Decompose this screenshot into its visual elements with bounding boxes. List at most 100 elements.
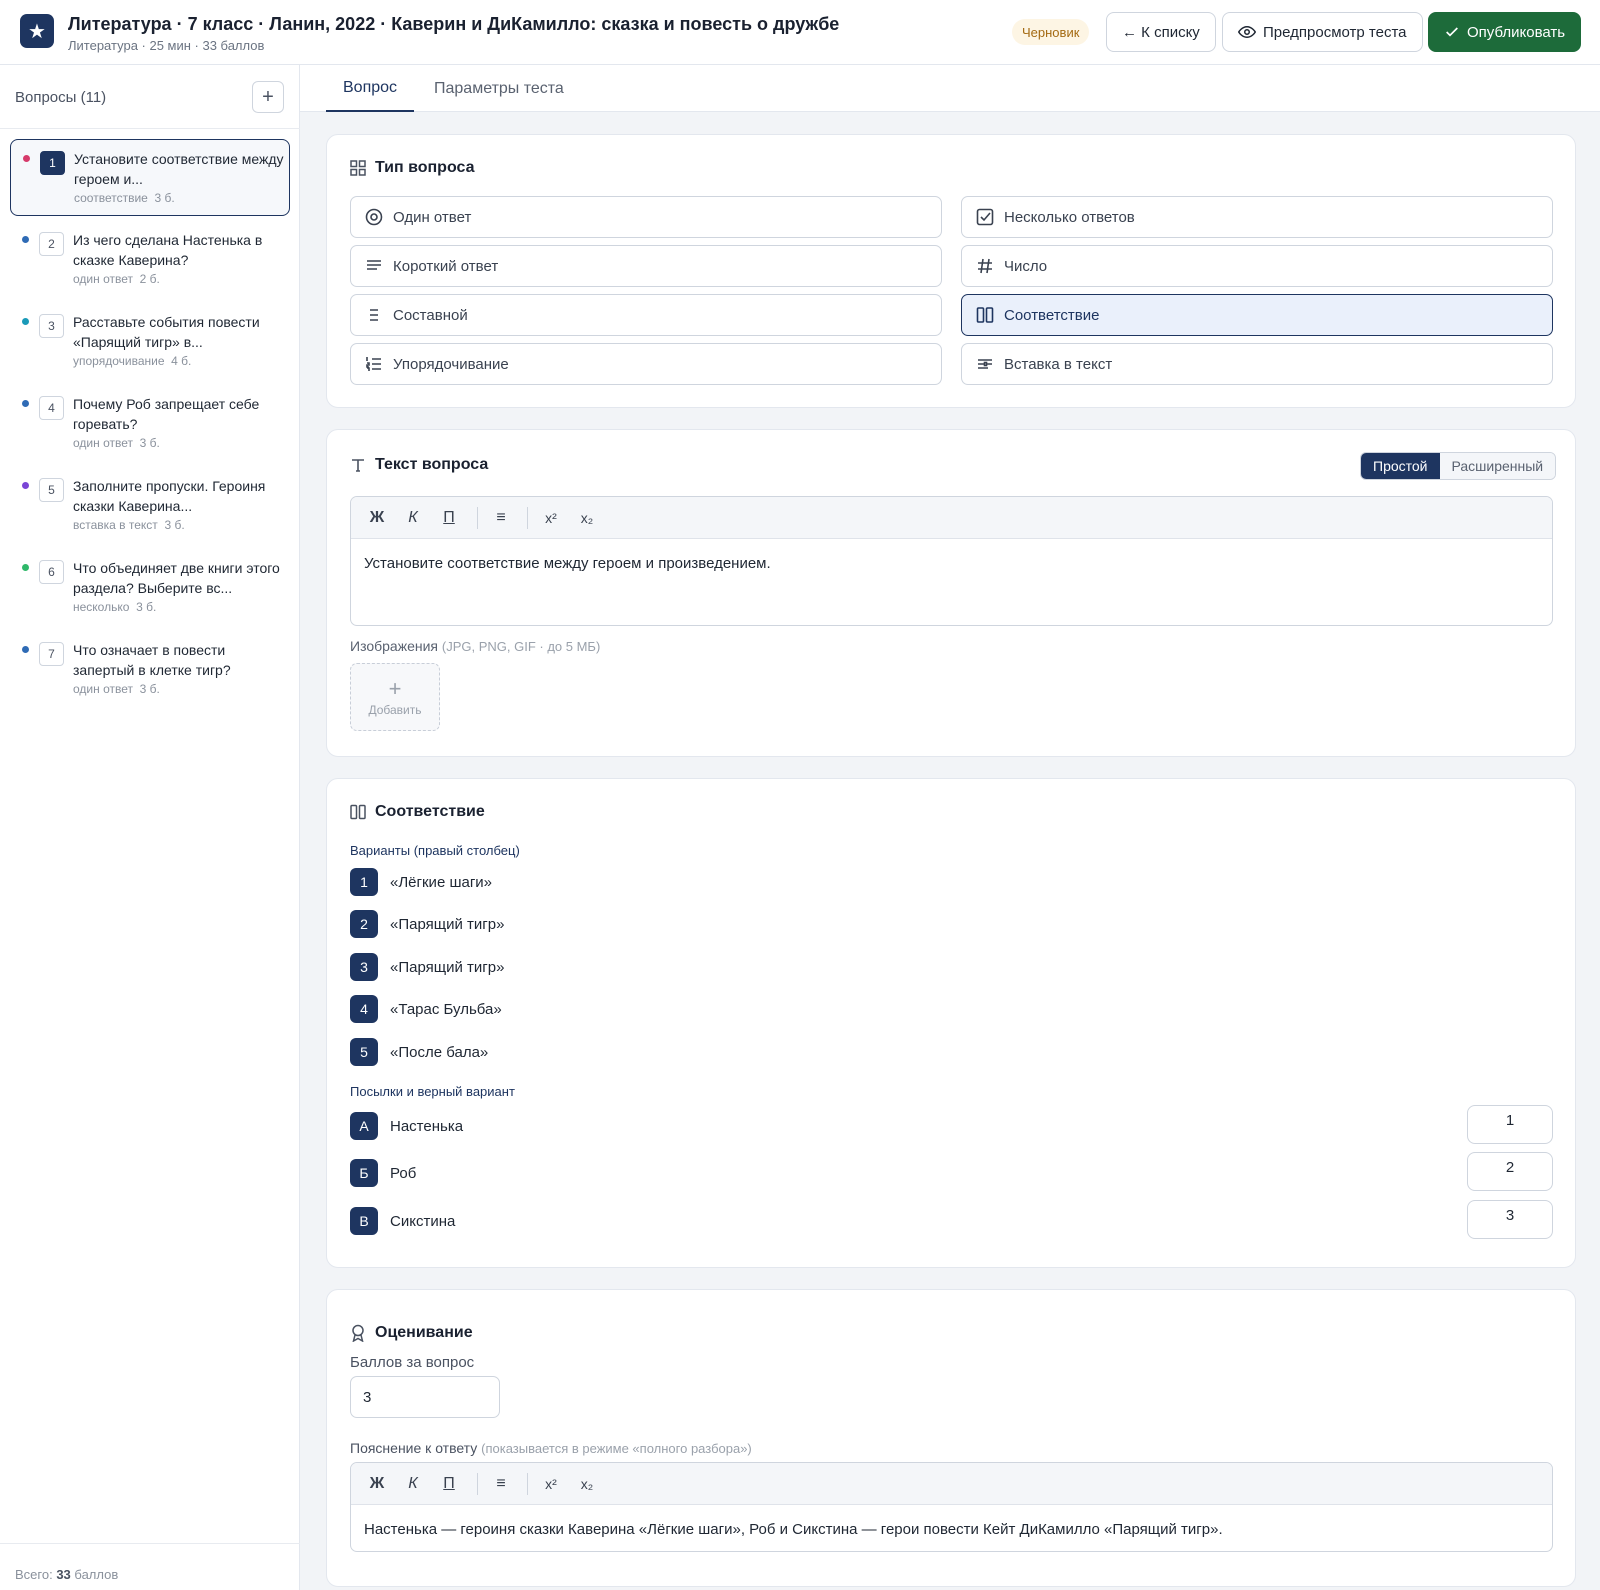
test-subtitle: Литература · 25 мин · 33 баллов — [68, 38, 265, 53]
premise-letter: В — [350, 1207, 378, 1235]
option-number: 2 — [350, 910, 378, 938]
add-image-button[interactable]: + Добавить — [350, 663, 440, 731]
premise-answer-input[interactable]: 1 — [1467, 1105, 1553, 1144]
tab-test-settings[interactable]: Параметры теста — [417, 65, 581, 112]
app-header: ★ Литература · 7 класс · Ланин, 2022 · К… — [0, 0, 1600, 65]
type-option-multiple[interactable]: Несколько ответов — [961, 196, 1553, 238]
premise-letter: Б — [350, 1159, 378, 1187]
questions-heading: Вопросы (11) — [15, 89, 107, 106]
question-item[interactable]: 1 Установите соответствие между героем и… — [10, 139, 290, 216]
question-text: Что объединяет две книги этого раздела? … — [73, 560, 280, 596]
scoring-card: Оценивание Баллов за вопрос 3 Пояснение … — [326, 1289, 1576, 1587]
subscript-button[interactable]: x₂ — [569, 1463, 605, 1505]
question-type: несколько — [73, 600, 130, 614]
option-text[interactable]: «Парящий тигр» — [390, 916, 504, 933]
type-option-single[interactable]: Один ответ — [350, 196, 942, 238]
question-item[interactable]: 2 Из чего сделана Настенька в сказке Кав… — [10, 221, 290, 298]
matching-title: Соответствие — [350, 803, 485, 821]
question-points: 3 б. — [164, 518, 185, 532]
bold-button[interactable]: Ж — [359, 1463, 395, 1505]
explanation-label: Пояснение к ответу (показывается в режим… — [350, 1440, 752, 1456]
list-button[interactable]: ≡ — [483, 1463, 519, 1505]
question-color-dot — [22, 236, 29, 243]
question-color-dot — [23, 155, 30, 162]
option-text[interactable]: «Парящий тигр» — [390, 959, 504, 976]
type-option-number[interactable]: Число — [961, 245, 1553, 287]
add-question-button[interactable]: + — [252, 81, 284, 113]
question-meta: один ответ 3 б. — [73, 436, 160, 450]
question-meta: вставка в текст 3 б. — [73, 518, 185, 532]
explanation-editor[interactable]: Ж К П ≡ x² x₂ Настенька — героиня сказки… — [350, 1462, 1553, 1552]
question-text-editor[interactable]: Ж К П ≡ x² x₂ Установите соответствие ме… — [350, 496, 1553, 626]
matching-card: Соответствие Варианты (правый столбец) 1… — [326, 778, 1576, 1268]
question-number: 4 — [39, 396, 64, 420]
question-item[interactable]: 6 Что объединяет две книги этого раздела… — [10, 549, 290, 626]
questions-sidebar: Вопросы (11) + 1 Установите соответствие… — [0, 65, 300, 1590]
question-points: 2 б. — [139, 272, 160, 286]
tab-question[interactable]: Вопрос — [326, 65, 415, 112]
underline-button[interactable]: П — [431, 497, 467, 539]
question-points: 3 б. — [139, 682, 160, 696]
question-points: 3 б. — [154, 191, 175, 205]
option-text[interactable]: «После бала» — [390, 1044, 488, 1061]
list-button[interactable]: ≡ — [483, 497, 519, 539]
preview-test-button[interactable]: Предпросмотр теста — [1222, 12, 1423, 52]
option-text[interactable]: «Лёгкие шаги» — [390, 874, 492, 891]
question-text: Что означает в повести запертый в клетке… — [73, 642, 231, 678]
editor-toolbar: Ж К П ≡ x² x₂ — [351, 497, 1552, 539]
total-prefix: Всего: — [15, 1567, 53, 1582]
option-number: 4 — [350, 995, 378, 1023]
italic-button[interactable]: К — [395, 497, 431, 539]
radio-icon — [365, 208, 383, 226]
back-to-list-button[interactable]: ← К списку — [1106, 12, 1216, 52]
question-type: один ответ — [73, 436, 133, 450]
points-label: Баллов за вопрос — [350, 1354, 475, 1371]
question-item[interactable]: 5 Заполните пропуски. Героиня сказки Кав… — [10, 467, 290, 544]
question-color-dot — [22, 564, 29, 571]
premise-text[interactable]: Сикстина — [390, 1213, 455, 1230]
question-item[interactable]: 3 Расставьте события повести «Парящий ти… — [10, 303, 290, 380]
italic-button[interactable]: К — [395, 1463, 431, 1505]
question-type: один ответ — [73, 682, 133, 696]
preview-button-label: Предпросмотр теста — [1263, 23, 1407, 41]
text-type-icon — [352, 459, 364, 472]
type-option-ordering[interactable]: Упорядочивание — [350, 343, 942, 385]
question-text-heading: Текст вопроса — [375, 456, 489, 473]
question-type: упорядочивание — [73, 354, 165, 368]
type-option-composite[interactable]: Составной — [350, 294, 942, 336]
question-text: Установите соответствие между героем и..… — [74, 151, 284, 187]
question-number: 3 — [39, 314, 64, 338]
premise-text[interactable]: Роб — [390, 1165, 416, 1182]
option-number: 3 — [350, 953, 378, 981]
publish-button[interactable]: Опубликовать — [1428, 12, 1582, 52]
subscript-button[interactable]: x₂ — [569, 497, 605, 539]
points-input[interactable]: 3 — [350, 1376, 500, 1418]
superscript-button[interactable]: x² — [533, 497, 569, 539]
underline-button[interactable]: П — [431, 1463, 467, 1505]
total-points: Всего: 33 баллов — [15, 1567, 118, 1582]
type-option-label: Упорядочивание — [393, 355, 509, 373]
question-item[interactable]: 7 Что означает в повести запертый в клет… — [10, 631, 290, 708]
type-option-matching[interactable]: Соответствие — [961, 294, 1553, 336]
question-points: 4 б. — [171, 354, 192, 368]
question-number: 1 — [40, 151, 65, 175]
images-label-text: Изображения — [350, 638, 438, 654]
premise-text[interactable]: Настенька — [390, 1118, 463, 1135]
mode-advanced-button[interactable]: Расширенный — [1439, 453, 1556, 479]
test-title: Литература · 7 класс · Ланин, 2022 · Кав… — [68, 14, 840, 34]
question-text: Из чего сделана Настенька в сказке Кавер… — [73, 232, 263, 268]
total-value: 33 — [56, 1567, 71, 1582]
premise-answer-input[interactable]: 3 — [1467, 1200, 1553, 1239]
question-text-content: Установите соответствие между героем и п… — [364, 555, 771, 572]
option-text[interactable]: «Тарас Бульба» — [390, 1001, 502, 1018]
question-text-title: Текст вопроса — [350, 456, 488, 474]
premise-answer-input[interactable]: 2 — [1467, 1152, 1553, 1191]
mode-simple-button[interactable]: Простой — [1361, 453, 1440, 479]
type-option-short[interactable]: Короткий ответ — [350, 245, 942, 287]
type-option-label: Один ответ — [393, 208, 472, 226]
columns-icon — [350, 804, 366, 820]
question-item[interactable]: 4 Почему Роб запрещает себе горевать? од… — [10, 385, 290, 462]
superscript-button[interactable]: x² — [533, 1463, 569, 1505]
bold-button[interactable]: Ж — [359, 497, 395, 539]
type-option-fill-text[interactable]: Вставка в текст — [961, 343, 1553, 385]
